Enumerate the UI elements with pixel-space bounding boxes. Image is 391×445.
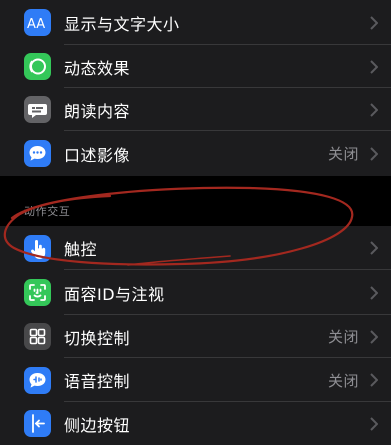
chevron-right-icon — [370, 285, 378, 300]
row-switch-control[interactable]: 切换控制 关闭 — [0, 315, 391, 358]
speech-bubble-icon — [24, 96, 51, 123]
row-face-id-attention[interactable]: 面容ID与注视 — [0, 270, 391, 315]
row-side-button[interactable]: 侧边按钮 — [0, 402, 391, 445]
voice-control-icon — [24, 366, 51, 394]
chevron-right-icon — [370, 59, 378, 74]
row-label: 口述影像 — [64, 145, 131, 165]
row-label: 面容ID与注视 — [64, 284, 165, 304]
row-label: 朗读内容 — [64, 101, 131, 121]
audio-description-icon — [24, 140, 51, 167]
row-display-text-size[interactable]: AA 显示与文字大小 — [0, 0, 391, 45]
row-label: 切换控制 — [64, 328, 131, 348]
chevron-right-icon — [370, 241, 378, 255]
row-motion[interactable]: 动态效果 — [0, 45, 391, 88]
chevron-right-icon — [370, 373, 378, 387]
row-touch[interactable]: 触控 — [0, 226, 391, 270]
chevron-right-icon — [370, 15, 378, 30]
switch-control-icon — [24, 323, 51, 350]
face-id-icon — [24, 279, 51, 306]
row-value: 关闭 — [327, 328, 359, 346]
svg-text:AA: AA — [27, 17, 45, 32]
row-label: 触控 — [64, 240, 98, 259]
chevron-right-icon — [370, 329, 378, 344]
chevron-right-icon — [370, 416, 378, 431]
motion-icon — [24, 53, 51, 80]
row-value: 关闭 — [327, 371, 359, 390]
text-size-icon: AA — [24, 9, 51, 36]
row-spoken-content[interactable]: 朗读内容 — [0, 88, 391, 131]
hand-touch-icon — [24, 234, 51, 262]
section-header-physical-motor: 动作交互 — [24, 205, 71, 218]
row-voice-control[interactable]: 语音控制 关闭 — [0, 358, 391, 402]
row-label: 语音控制 — [64, 372, 131, 391]
side-button-icon — [24, 410, 51, 437]
row-label: 侧边按钮 — [64, 415, 131, 435]
settings-group-physical-motor: 触控 面容ID与注视 切换控制 关闭 语音控制 关闭 侧边按钮 — [0, 226, 391, 445]
settings-group-vision: AA 显示与文字大小 动态效果 朗读内容 口述影像 关闭 — [0, 0, 391, 176]
row-audio-description[interactable]: 口述影像 关闭 — [0, 131, 391, 176]
row-label: 动态效果 — [64, 58, 131, 78]
chevron-right-icon — [370, 146, 378, 161]
row-value: 关闭 — [327, 145, 359, 163]
row-label: 显示与文字大小 — [64, 14, 180, 34]
chevron-right-icon — [370, 102, 378, 117]
